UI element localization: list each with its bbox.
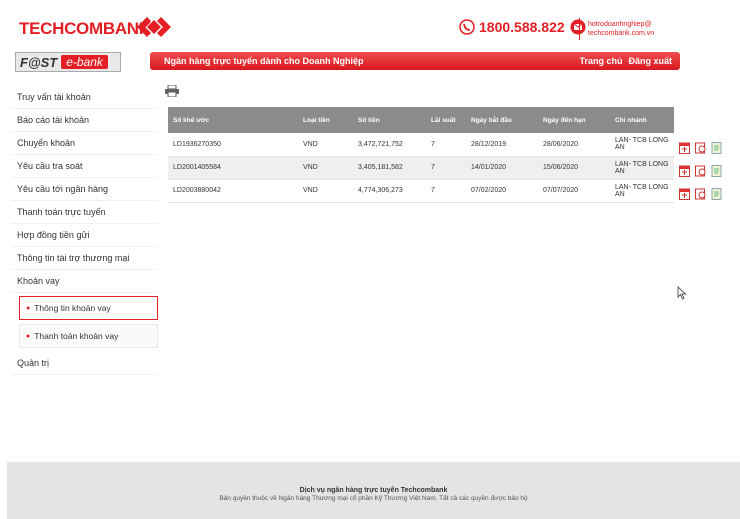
calendar-icon[interactable] (679, 188, 690, 200)
cell-contract-no[interactable]: LD1936270350 (168, 133, 298, 157)
schedule-icon[interactable] (695, 165, 706, 177)
support-email[interactable]: hotrodoanhnghiep@ techcombank.com.vn (579, 18, 654, 40)
hotline-number: 1800.588.822 (479, 19, 565, 35)
row-actions-2 (679, 159, 729, 182)
cell-start-date: 28/12/2019 (466, 133, 538, 157)
sidebar-item-account-inquiry[interactable]: Truy vấn tài khoản (11, 86, 158, 109)
sidebar-item-inquiry-request[interactable]: Yêu cầu tra soát (11, 155, 158, 178)
col-due-date: Ngày đến hạn (538, 107, 610, 133)
fast-ebank-logo: F@ST e-bank (15, 52, 121, 72)
phone-icon (459, 19, 475, 35)
col-amount: Số tiền (353, 107, 426, 133)
cell-branch: LAN- TCB LONG AN (610, 133, 674, 157)
home-link[interactable]: Trang chủ (579, 56, 622, 66)
bullet-icon: ● (26, 332, 31, 340)
table-row[interactable]: LD1936270350 VND 3,472,721,752 7 28/12/2… (168, 133, 674, 157)
cell-due-date: 15/06/2020 (538, 156, 610, 180)
email-line-1: hotrodoanhnghiep@ (588, 21, 652, 28)
footer: Dịch vụ ngân hàng trực tuyến Techcombank… (7, 462, 740, 519)
print-icon[interactable] (165, 85, 179, 97)
row-actions-3 (679, 182, 729, 205)
cell-currency: VND (298, 179, 353, 203)
cell-interest: 7 (426, 179, 466, 203)
cell-due-date: 28/06/2020 (538, 133, 610, 157)
cell-start-date: 14/01/2020 (466, 156, 538, 180)
header: TECHCOMBANK 1800.588.822 hotrodoanhnghie… (7, 7, 740, 47)
techcombank-logo-icon (137, 17, 171, 37)
document-icon[interactable] (711, 141, 722, 154)
cell-start-date: 07/02/2020 (466, 179, 538, 203)
loan-table: Số khế ước Loại tiền Số tiền Lãi suất Ng… (168, 107, 674, 203)
row-actions (679, 136, 729, 205)
bullet-icon: ● (26, 304, 31, 312)
cell-amount: 3,472,721,752 (353, 133, 426, 157)
table-row[interactable]: LD2001405584 VND 3,405,181,582 7 14/01/2… (168, 156, 674, 180)
sidebar-item-admin[interactable]: Quản trị (11, 352, 158, 375)
sidebar-subitem-label: Thanh toán khoản vay (34, 331, 119, 341)
sidebar-item-account-report[interactable]: Báo cáo tài khoản (11, 109, 158, 132)
sidebar-item-deposit-contract[interactable]: Hợp đồng tiền gửi (11, 224, 158, 247)
sidebar-menu: Truy vấn tài khoản Báo cáo tài khoản Chu… (11, 86, 158, 375)
cell-contract-no[interactable]: LD2001405584 (168, 156, 298, 180)
document-icon[interactable] (711, 164, 722, 177)
email-line-2: techcombank.com.vn (588, 30, 655, 37)
schedule-icon[interactable] (695, 142, 706, 154)
cell-branch: LAN- TCB LONG AN (610, 179, 674, 203)
brand-logo[interactable]: TECHCOMBANK (19, 19, 151, 39)
table-header-row: Số khế ước Loại tiền Số tiền Lãi suất Ng… (168, 107, 674, 133)
sidebar-item-bank-request[interactable]: Yêu cầu tới ngân hàng (11, 178, 158, 201)
footer-copyright: Bản quyền thuộc về Ngân hàng Thương mại … (219, 495, 528, 502)
banner-tagline: Ngân hàng trực tuyến dành cho Doanh Nghi… (164, 56, 364, 66)
banner-bar: Ngân hàng trực tuyến dành cho Doanh Nghi… (150, 52, 680, 70)
row-actions-1 (679, 136, 729, 159)
cell-contract-no[interactable]: LD2003880042 (168, 179, 298, 203)
sidebar-item-loans[interactable]: Khoản vay (11, 270, 158, 293)
sidebar-item-transfer[interactable]: Chuyển khoản (11, 132, 158, 155)
cell-interest: 7 (426, 156, 466, 180)
sidebar-subitem-loan-payment[interactable]: ● Thanh toán khoản vay (19, 324, 158, 348)
sidebar-item-trade-finance[interactable]: Thông tin tài trợ thương mại (11, 247, 158, 270)
ebank-label: e-bank (61, 55, 108, 69)
schedule-icon[interactable] (695, 188, 706, 200)
sidebar-item-online-payment[interactable]: Thanh toán trực tuyến (11, 201, 158, 224)
sidebar-subitem-loan-info[interactable]: ● Thông tin khoản vay (19, 296, 158, 320)
col-branch: Chi nhánh (610, 107, 674, 133)
logout-link[interactable]: Đăng xuất (628, 56, 672, 66)
cell-due-date: 07/07/2020 (538, 179, 610, 203)
mouse-cursor-icon (677, 286, 687, 300)
cell-amount: 4,774,306,273 (353, 179, 426, 203)
col-interest: Lãi suất (426, 107, 466, 133)
banner: F@ST e-bank Ngân hàng trực tuyến dành ch… (7, 50, 740, 74)
col-start-date: Ngày bắt đầu (466, 107, 538, 133)
sidebar-subitem-label: Thông tin khoản vay (34, 303, 111, 313)
cell-interest: 7 (426, 133, 466, 157)
table-row[interactable]: LD2003880042 VND 4,774,306,273 7 07/02/2… (168, 179, 674, 203)
hotline: 1800.588.822 (459, 19, 587, 35)
col-currency: Loại tiền (298, 107, 353, 133)
document-icon[interactable] (711, 187, 722, 200)
fast-label: F@ST (20, 54, 58, 70)
cell-currency: VND (298, 133, 353, 157)
footer-title: Dịch vụ ngân hàng trực tuyến Techcombank (299, 487, 448, 494)
cell-amount: 3,405,181,582 (353, 156, 426, 180)
cell-currency: VND (298, 156, 353, 180)
calendar-icon[interactable] (679, 142, 690, 154)
calendar-icon[interactable] (679, 165, 690, 177)
cell-branch: LAN- TCB LONG AN (610, 156, 674, 180)
col-contract-no: Số khế ước (168, 107, 298, 133)
